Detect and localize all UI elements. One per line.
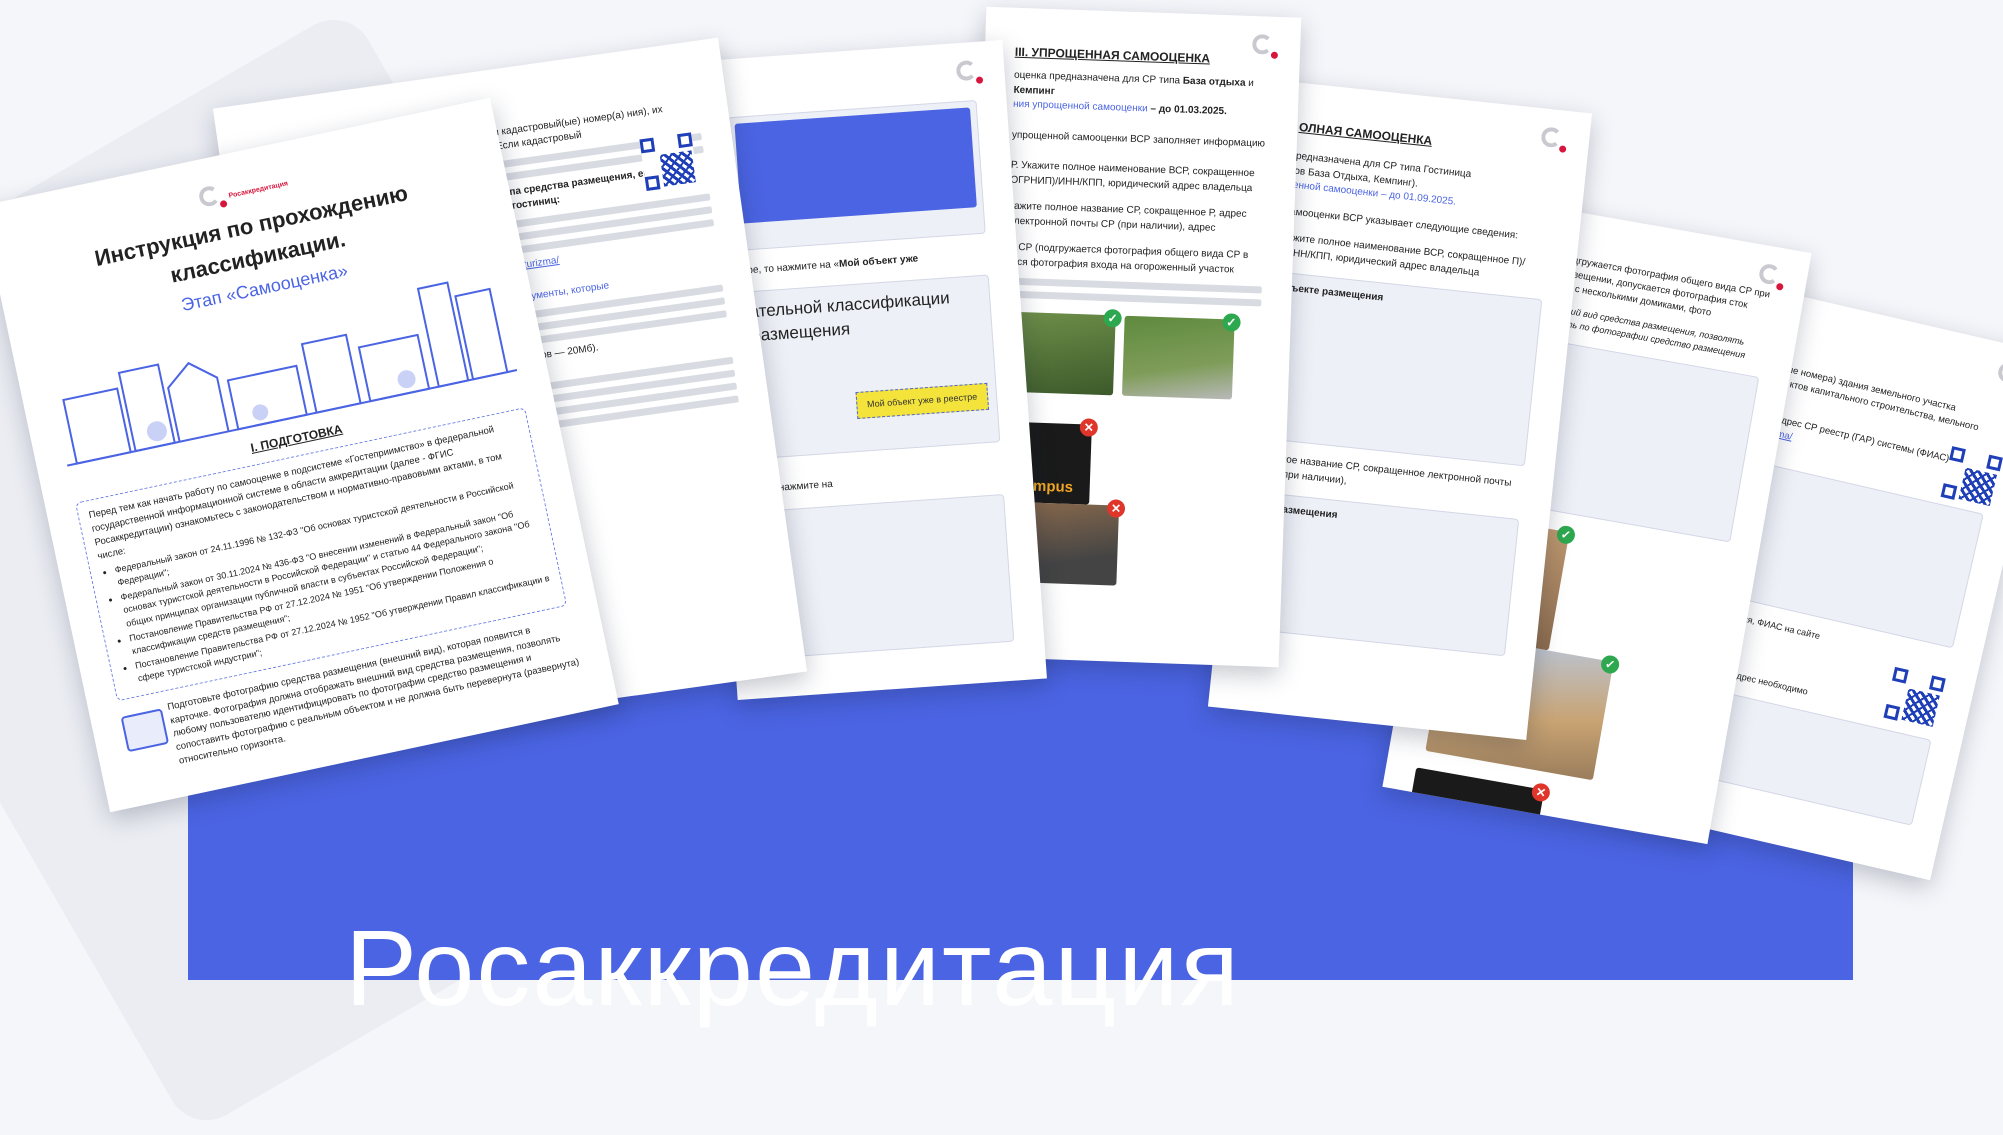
doc3-prompt-bold: Мой объект уже [838, 253, 919, 270]
check-icon: ✓ [1555, 524, 1577, 546]
doc3-form-screenshot: ательной классификации размещения Мой об… [739, 273, 1001, 460]
doc4-item1: Р. Укажите полное наименование ВСР, сокр… [1010, 160, 1255, 194]
doc5-form-title: ъекте размещения [1290, 283, 1384, 304]
qr-code-icon [1940, 446, 2003, 509]
doc5-form-title-2: е размещения [1267, 503, 1339, 522]
doc4-deadline: – до 01.03.2025. [1147, 103, 1228, 118]
doc3-next-step: ект и нажмите на [752, 478, 834, 495]
brand-logo-icon [1995, 360, 2003, 392]
brand-logo-icon [955, 59, 984, 87]
doc4-intro-and: и [1245, 78, 1255, 90]
check-icon: ✓ [1222, 313, 1241, 333]
qr-code-icon [639, 132, 699, 192]
doc3-screenshot-header [734, 107, 977, 224]
qr-code-icon [1883, 666, 1946, 730]
doc1-brand: Росаккредитация [228, 180, 289, 200]
brand-logo-icon [1757, 262, 1787, 293]
doc4-deadline-label: ния упрощенной самооценки [1012, 99, 1148, 115]
doc4-type-b: Кемпинг [1013, 84, 1056, 98]
check-icon: ✓ [1103, 309, 1122, 328]
cross-icon: ✕ [1106, 499, 1126, 519]
doc4-info: упрощенной самооценки ВСР заполняет инфо… [1011, 129, 1266, 150]
doc4-section-title: III. УПРОЩЕННАЯ САМООЦЕНКА [1014, 44, 1211, 66]
doc4-type-a: База отдыха [1182, 75, 1246, 90]
doc4-item2: кажите полное название СР, сокращенное Р… [1008, 201, 1247, 234]
my-object-in-registry-button[interactable]: Мой объект уже в реестре [855, 382, 990, 419]
campsite-photo-2: ✓ [1121, 313, 1241, 400]
cross-icon: ✕ [1079, 418, 1099, 438]
brand-logo-icon [197, 183, 229, 214]
doc3-prompt: стре, то нажмите на « [737, 258, 840, 277]
doc4-photo-item: ю СР (подгружается фотография общего вид… [1007, 241, 1249, 276]
cross-icon: ✕ [1530, 782, 1552, 804]
photo-icon [120, 708, 170, 753]
check-icon: ✓ [1599, 654, 1621, 676]
footer-title: Росаккредитация [345, 907, 1242, 1028]
doc5-form-screenshot: ъекте размещения [1266, 272, 1543, 467]
doc4-intro: оценка предназначена для СР типа [1013, 70, 1183, 87]
doc3-screenshot [727, 99, 986, 252]
brand-logo-icon [1540, 126, 1569, 155]
doc5-form-screenshot-2: е размещения [1246, 492, 1520, 657]
brand-logo-icon [1251, 34, 1279, 61]
